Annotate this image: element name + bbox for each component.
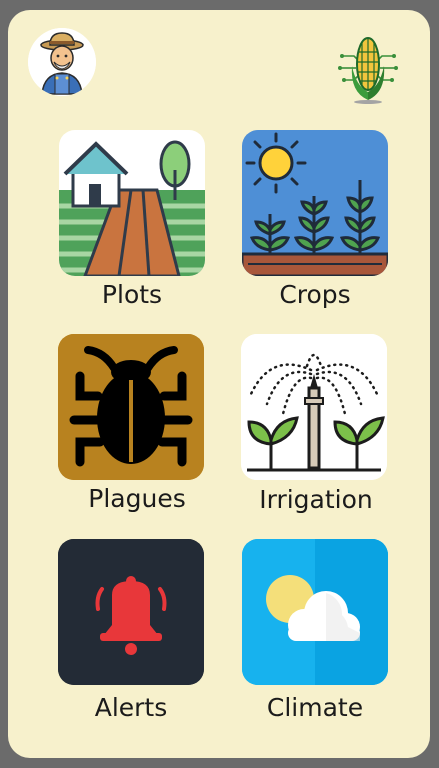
bug-icon — [58, 334, 204, 480]
climate-tile[interactable] — [242, 539, 388, 685]
farmer-avatar-icon[interactable] — [28, 28, 96, 96]
plots-tile[interactable] — [59, 130, 205, 276]
sun-cloud-icon — [242, 539, 388, 685]
climate-label[interactable]: Climate — [225, 693, 405, 722]
irrigation-label[interactable]: Irrigation — [226, 485, 406, 514]
crops-sun-icon — [242, 130, 388, 276]
app-panel: Plots Crops Plagues Irrigation Alerts Cl… — [8, 10, 430, 758]
plagues-tile[interactable] — [58, 334, 204, 480]
crops-label[interactable]: Crops — [225, 280, 405, 309]
irrigation-tile[interactable] — [241, 334, 387, 480]
bell-icon — [58, 539, 204, 685]
crops-tile[interactable] — [242, 130, 388, 276]
alerts-tile[interactable] — [58, 539, 204, 685]
sprinkler-icon — [241, 334, 387, 480]
farm-plot-icon — [59, 130, 205, 276]
corn-logo-icon — [332, 26, 404, 106]
plots-label[interactable]: Plots — [42, 280, 222, 309]
alerts-label[interactable]: Alerts — [41, 693, 221, 722]
plagues-label[interactable]: Plagues — [47, 484, 227, 513]
